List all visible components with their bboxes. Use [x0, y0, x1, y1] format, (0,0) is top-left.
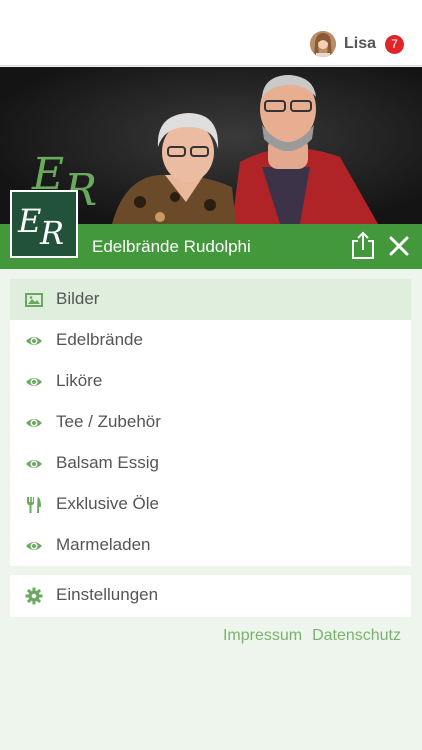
menu-item-exklusive-oele[interactable]: Exklusive Öle	[10, 484, 411, 525]
menu-item-einstellungen[interactable]: Einstellungen	[10, 575, 411, 617]
menu-item-label: Liköre	[56, 371, 103, 390]
app-title: Edelbrände Rudolphi	[92, 237, 251, 256]
svg-text:R: R	[39, 214, 64, 252]
share-icon[interactable]	[349, 230, 377, 260]
menu-item-edelbraende[interactable]: Edelbrände	[10, 320, 411, 361]
user-name[interactable]: Lisa	[344, 35, 376, 53]
menu-item-balsam-essig[interactable]: Balsam Essig	[10, 443, 411, 484]
eye-icon	[26, 542, 42, 550]
notification-badge[interactable]: 7	[385, 34, 404, 54]
user-profile[interactable]: Lisa 7	[309, 30, 404, 58]
menu-item-label: Tee / Zubehör	[56, 412, 161, 431]
eye-icon	[26, 378, 42, 386]
menu-item-marmeladen[interactable]: Marmeladen	[10, 525, 411, 566]
eye-icon	[26, 460, 42, 468]
eye-icon	[26, 419, 42, 427]
menu-item-label: Marmeladen	[56, 535, 151, 554]
menu-item-label: Bilder	[56, 289, 100, 308]
menu-list: Bilder Edelbrände Liköre Tee / Zubehör B…	[10, 279, 411, 566]
image-icon	[25, 293, 43, 307]
close-button[interactable]	[386, 232, 412, 260]
datenschutz-link[interactable]: Datenschutz	[312, 627, 401, 645]
brand-logo: E R	[10, 190, 78, 258]
cutlery-icon	[27, 497, 41, 513]
svg-text:E: E	[17, 202, 41, 240]
menu-item-likoere[interactable]: Liköre	[10, 361, 411, 402]
close-icon[interactable]	[386, 232, 412, 260]
eye-icon	[26, 337, 42, 345]
share-button[interactable]	[349, 230, 377, 260]
menu-item-tee-zubehoer[interactable]: Tee / Zubehör	[10, 402, 411, 443]
menu-item-label: Balsam Essig	[56, 453, 159, 472]
avatar[interactable]	[309, 31, 336, 57]
menu-item-label: Edelbrände	[56, 330, 143, 349]
settings-label: Einstellungen	[56, 585, 159, 604]
menu-item-label: Exklusive Öle	[56, 494, 159, 513]
menu-item-bilder[interactable]: Bilder	[10, 279, 411, 320]
impressum-link[interactable]: Impressum	[223, 627, 302, 645]
gear-icon	[25, 587, 43, 605]
top-bar: Lisa 7	[0, 0, 422, 66]
footer-links: Impressum Datenschutz	[223, 627, 401, 645]
